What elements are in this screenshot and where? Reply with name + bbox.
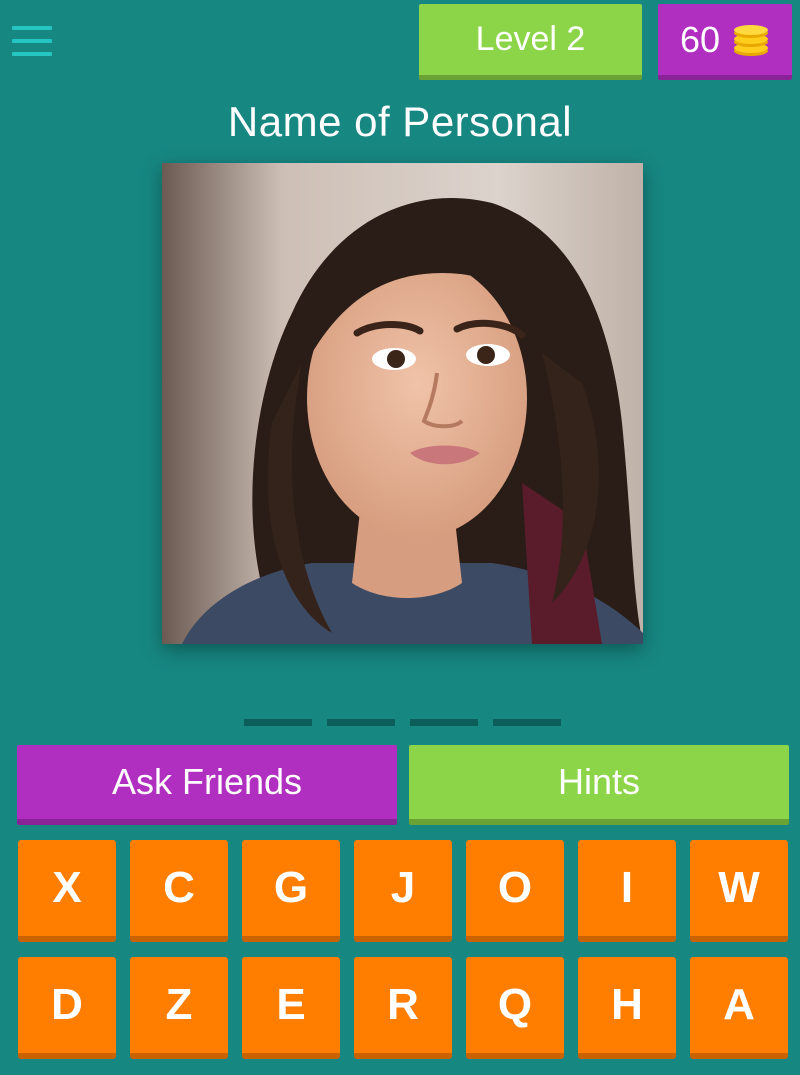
answer-slot[interactable]	[327, 719, 395, 726]
letter-key[interactable]: I	[578, 840, 676, 942]
letter-key[interactable]: Q	[466, 957, 564, 1059]
letter-key[interactable]: X	[18, 840, 116, 942]
question-title: Name of Personal	[227, 98, 573, 145]
menu-line	[12, 52, 52, 56]
letter-key[interactable]: H	[578, 957, 676, 1059]
letter-key[interactable]: R	[354, 957, 452, 1059]
answer-slot[interactable]	[493, 719, 561, 726]
letter-key[interactable]: Z	[130, 957, 228, 1059]
hints-button[interactable]: Hints	[409, 745, 789, 825]
answer-slot[interactable]	[410, 719, 478, 726]
letter-key[interactable]: D	[18, 957, 116, 1059]
letter-key[interactable]: E	[242, 957, 340, 1059]
letter-key[interactable]: C	[130, 840, 228, 942]
coin-stack-icon	[732, 24, 770, 56]
coin-count: 60	[679, 18, 721, 60]
answer-slots	[244, 719, 561, 726]
letter-key[interactable]: W	[690, 840, 788, 942]
hints-label: Hints	[557, 761, 641, 802]
ask-friends-label: Ask Friends	[111, 761, 303, 802]
level-badge: Level 2	[419, 4, 642, 80]
letter-key[interactable]: J	[354, 840, 452, 942]
letter-key[interactable]: O	[466, 840, 564, 942]
ask-friends-button[interactable]: Ask Friends	[17, 745, 397, 825]
level-label: Level 2	[475, 20, 586, 58]
keyboard-row: X C G J O I W	[18, 840, 790, 942]
hamburger-menu-icon[interactable]	[12, 26, 52, 60]
letter-keyboard: X C G J O I W D Z E R Q H A	[18, 840, 790, 1074]
letter-key[interactable]: A	[690, 957, 788, 1059]
letter-key[interactable]: G	[242, 840, 340, 942]
menu-line	[12, 39, 52, 43]
answer-slot[interactable]	[244, 719, 312, 726]
menu-line	[12, 26, 52, 30]
coins-badge[interactable]: 60	[658, 4, 792, 80]
person-photo	[162, 163, 643, 644]
keyboard-row: D Z E R Q H A	[18, 957, 790, 1059]
